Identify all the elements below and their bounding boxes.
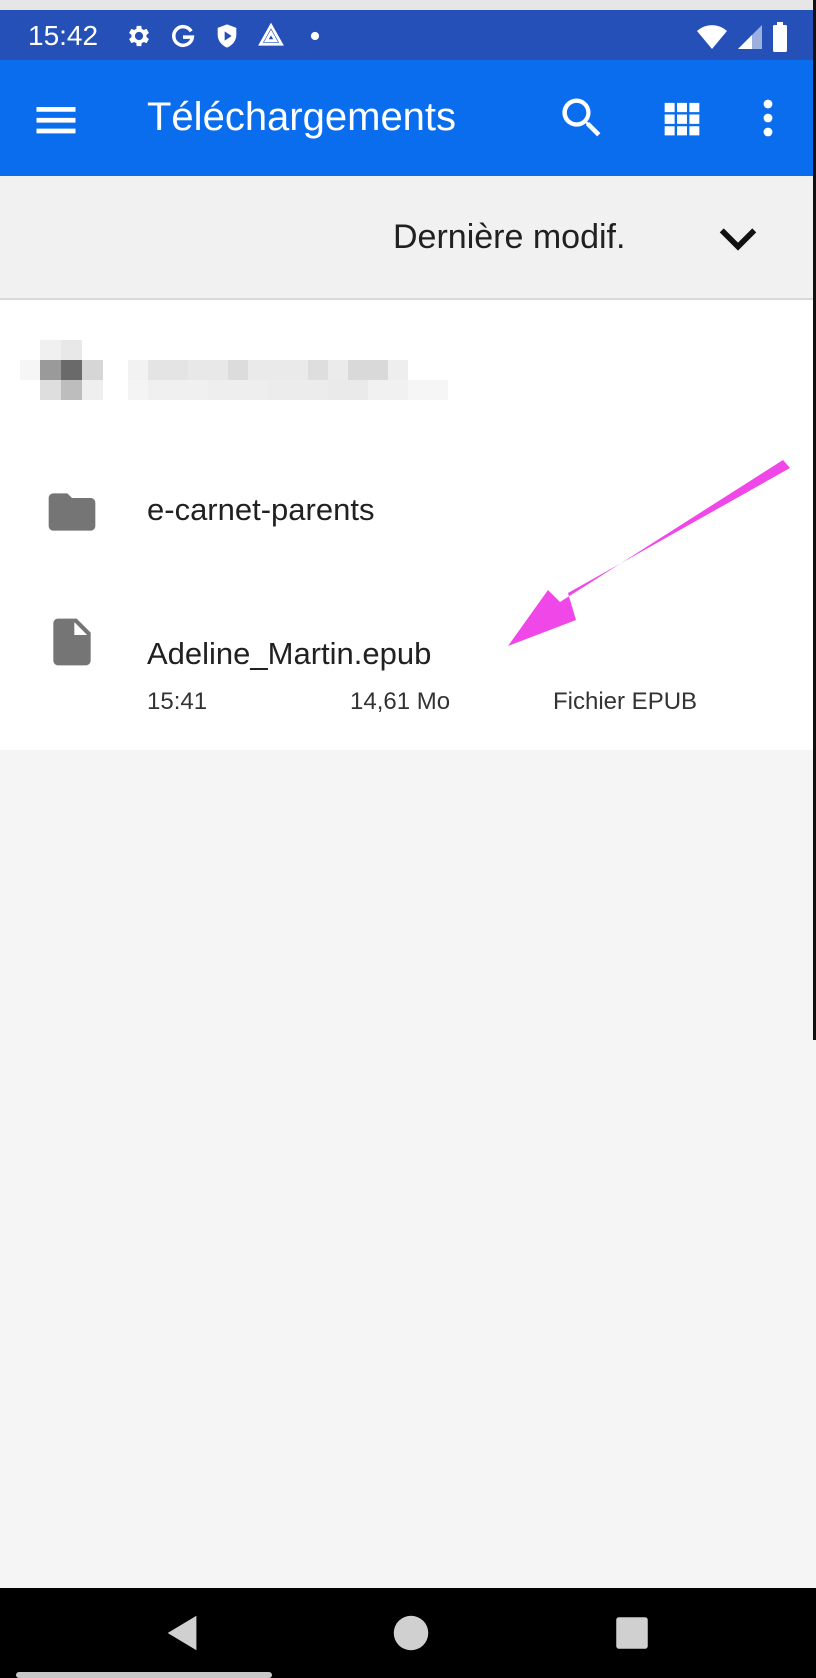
file-name: Adeline_Martin.epub — [147, 636, 432, 671]
status-right-icons — [696, 22, 788, 57]
shield-play-icon — [213, 22, 241, 50]
menu-icon[interactable] — [30, 94, 82, 146]
more-vert-icon[interactable] — [744, 92, 792, 144]
status-bar: 15:42 — [0, 0, 816, 60]
empty-area — [0, 750, 816, 1588]
navigation-bar — [0, 1588, 816, 1678]
file-size: 14,61 Mo — [350, 688, 451, 715]
folder-name: e-carnet-parents — [147, 492, 375, 527]
app-bar: Téléchargements — [0, 60, 816, 176]
page-title: Téléchargements — [147, 95, 457, 139]
list-item[interactable] — [0, 340, 816, 420]
drive-icon — [257, 22, 285, 50]
wifi-icon — [696, 23, 728, 56]
folder-icon — [44, 484, 100, 540]
google-g-icon — [169, 22, 197, 50]
file-time: 15:41 — [147, 688, 208, 715]
pixelated-icon — [20, 340, 110, 400]
chevron-down-icon[interactable] — [712, 212, 764, 264]
file-type: Fichier EPUB — [553, 688, 698, 715]
arrow-pointer-icon — [500, 460, 800, 660]
file-icon — [44, 614, 100, 670]
home-icon[interactable] — [388, 1610, 434, 1656]
back-icon[interactable] — [160, 1610, 206, 1656]
gear-icon — [125, 22, 153, 50]
recents-icon[interactable] — [611, 1612, 653, 1654]
signal-icon — [738, 23, 762, 56]
gesture-handle — [16, 1672, 272, 1678]
search-icon[interactable] — [556, 92, 608, 144]
grid-view-icon[interactable] — [656, 92, 708, 144]
sort-bar[interactable]: Dernière modif. — [0, 176, 816, 300]
dot-icon — [301, 22, 329, 50]
status-icons — [125, 22, 329, 50]
screen: 15:42 Téléchargements Dernière modif. e-… — [0, 0, 816, 1678]
battery-icon — [772, 22, 788, 57]
blurred-name — [128, 360, 448, 400]
status-time: 15:42 — [28, 20, 99, 51]
sort-label[interactable]: Dernière modif. — [393, 218, 625, 257]
